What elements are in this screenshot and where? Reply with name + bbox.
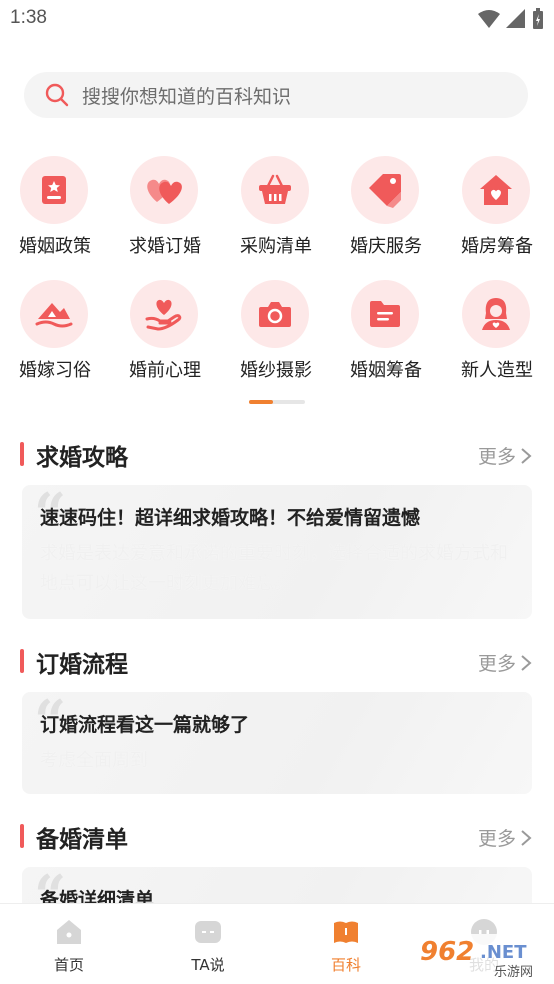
category-newlywed-style[interactable]: 新人造型: [442, 274, 552, 384]
battery-icon: [533, 8, 543, 29]
section-header-engagement: 订婚流程 更多: [0, 640, 554, 680]
category-marriage-policy[interactable]: 婚姻政策: [0, 150, 110, 260]
section-accent-bar: [20, 442, 24, 466]
status-time: 1:38: [10, 7, 47, 28]
category-house-prep[interactable]: 婚房筹备: [442, 150, 552, 260]
house-heart-icon: [462, 156, 530, 224]
hearts-icon: [130, 156, 198, 224]
nav-label: 百科: [330, 956, 361, 974]
hand-heart-icon: [130, 280, 198, 348]
article-title: 速速码住！超详细求婚攻略！不给爱情留遗憾: [40, 507, 421, 529]
folder-icon: [351, 280, 419, 348]
category-label: 婚姻政策: [19, 236, 91, 257]
policy-document-icon: [20, 156, 88, 224]
chevron-right-icon: [521, 447, 532, 464]
section-header-checklist: 备婚清单 更多: [0, 815, 554, 855]
svg-text:乐游网: 乐游网: [494, 965, 533, 980]
camera-icon: [241, 280, 309, 348]
category-wedding-photography[interactable]: 婚纱摄影: [221, 274, 331, 384]
nav-label: 首页: [53, 956, 84, 974]
wifi-icon: [478, 10, 500, 28]
category-label: 婚纱摄影: [240, 360, 312, 381]
nav-encyclopedia[interactable]: 百科: [296, 916, 396, 976]
article-card[interactable]: “ 订婚流程看这一篇就够了 考虑全面周到: [22, 692, 532, 794]
search-icon: [44, 82, 70, 108]
category-label: 婚房筹备: [461, 236, 533, 257]
search-bar[interactable]: 搜搜你想知道的百科知识: [24, 72, 528, 118]
chevron-right-icon: [521, 654, 532, 671]
page-indicator: [249, 400, 305, 404]
nav-label: TA说: [191, 956, 225, 974]
category-wedding-customs[interactable]: 婚嫁习俗: [0, 274, 110, 384]
nav-ta-says[interactable]: TA说: [158, 916, 258, 976]
article-summary: 考虑全面周到: [40, 750, 148, 771]
chevron-right-icon: [521, 829, 532, 846]
more-label: 更多: [477, 828, 516, 850]
category-label: 婚庆服务: [350, 236, 422, 257]
status-bar: 1:38: [0, 0, 554, 38]
category-proposal-engagement[interactable]: 求婚订婚: [110, 150, 220, 260]
category-marriage-prep[interactable]: 婚姻筹备: [331, 274, 441, 384]
search-placeholder: 搜搜你想知道的百科知识: [82, 85, 292, 108]
category-shopping-list[interactable]: 采购清单: [221, 150, 331, 260]
category-label: 婚前心理: [129, 360, 201, 381]
tag-icon: [351, 156, 419, 224]
nav-home[interactable]: 首页: [19, 916, 119, 976]
cellular-signal-icon: [506, 9, 525, 28]
article-card[interactable]: “ 速速码住！超详细求婚攻略！不给爱情留遗憾 求婚是表达爱意和承诺的重要时刻，选…: [22, 485, 532, 619]
shopping-basket-icon: [241, 156, 309, 224]
category-label: 婚嫁习俗: [19, 360, 91, 381]
book-icon: [334, 921, 358, 943]
more-link[interactable]: 更多: [478, 824, 532, 851]
home-icon: [57, 920, 81, 944]
category-label: 婚姻筹备: [350, 360, 422, 381]
more-link[interactable]: 更多: [478, 649, 532, 676]
section-accent-bar: [20, 649, 24, 673]
more-link[interactable]: 更多: [478, 442, 532, 469]
section-header-proposal: 求婚攻略 更多: [0, 433, 554, 473]
more-label: 更多: [477, 653, 516, 675]
more-label: 更多: [477, 446, 516, 468]
chat-icon: [195, 921, 221, 943]
article-summary: 求婚是表达爱意和承诺的重要时刻，选择合适的求婚方式和地点可以让这一时刻更加难忘。: [40, 543, 508, 594]
mountain-icon: [20, 280, 88, 348]
category-premarital-psychology[interactable]: 婚前心理: [110, 274, 220, 384]
person-icon: [462, 280, 530, 348]
watermark-logo: 962 .NET 乐游网: [414, 930, 554, 980]
section-title: 订婚流程: [36, 652, 128, 678]
section-title: 备婚清单: [36, 827, 128, 853]
article-title: 订婚流程看这一篇就够了: [40, 714, 250, 736]
section-accent-bar: [20, 824, 24, 848]
section-title: 求婚攻略: [36, 445, 128, 471]
category-wedding-service[interactable]: 婚庆服务: [331, 150, 441, 260]
category-label: 新人造型: [461, 360, 533, 381]
svg-text:962: 962: [420, 937, 474, 967]
page-indicator-active: [249, 400, 273, 404]
category-label: 采购清单: [240, 236, 312, 257]
svg-text:.NET: .NET: [480, 942, 527, 963]
category-label: 求婚订婚: [129, 236, 201, 257]
